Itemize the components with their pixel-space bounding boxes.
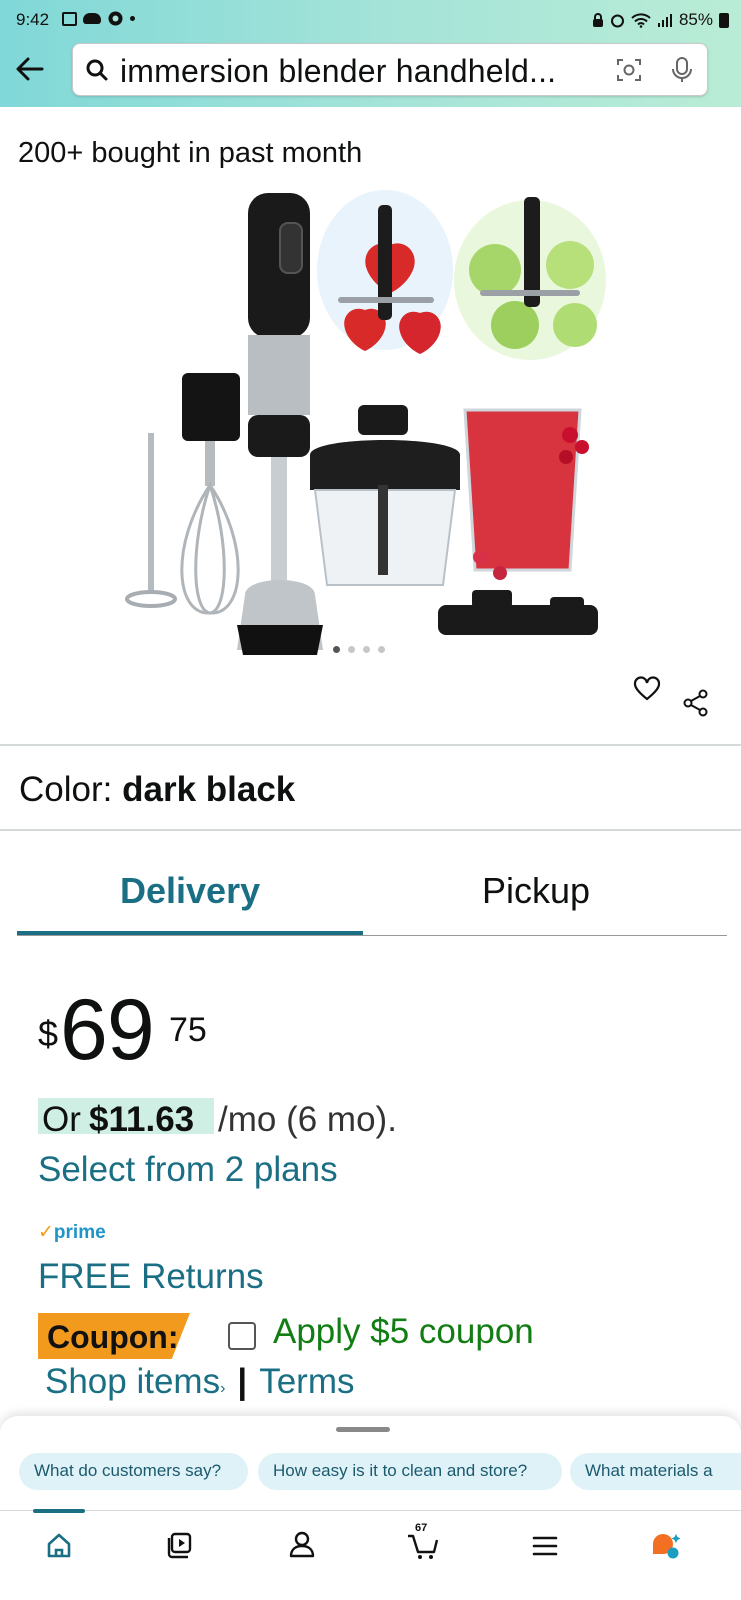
strawberry-splash-image [317,190,453,354]
search-input[interactable]: immersion blender handheld... [72,43,708,96]
coupon-checkbox[interactable] [228,1322,256,1350]
monthly-term: /mo (6 mo). [218,1100,397,1139]
whisk-image [180,373,240,615]
share-icon[interactable] [683,689,709,717]
carousel-dot [378,646,385,653]
price-whole: 69 [60,982,155,1078]
carousel-dot [333,646,340,653]
color-selection[interactable]: Color: dark black [19,770,295,810]
coupon-badge: Coupon: [38,1313,190,1359]
home-icon[interactable] [37,1524,81,1568]
sheet-drag-handle[interactable] [336,1427,390,1432]
divider [0,829,741,831]
signal-icon [657,13,672,27]
apple-splash-image [454,197,606,360]
select-plans-link[interactable]: Select from 2 plans [38,1150,338,1190]
camera-search-icon[interactable] [616,57,642,83]
cart-button[interactable]: 67 [402,1522,446,1568]
tab-pickup[interactable]: Pickup [482,870,590,912]
apply-coupon-label[interactable]: Apply $5 coupon [273,1312,534,1352]
shop-items-link[interactable]: Shop items [45,1362,220,1401]
cloud-icon [83,13,101,24]
image-carousel-dots [333,646,385,653]
prime-check-icon: ✓ [38,1222,54,1243]
smoothie-cup-image [463,408,589,580]
notification-icon [108,11,123,26]
question-chip[interactable]: How easy is it to clean and store? [258,1453,562,1490]
price-fraction: 75 [169,1011,207,1049]
coupon-badge-label: Coupon: [47,1319,179,1355]
wifi-icon [631,12,651,28]
prime-label: prime [53,1222,106,1243]
price-currency: $ [38,1013,59,1054]
hand-blender-image [237,193,323,655]
chevron-right-icon: › [220,1380,226,1397]
masher-image [125,433,177,608]
question-chip[interactable]: What do customers say? [19,1453,248,1490]
monthly-or: Or [42,1100,81,1139]
lock-icon [592,12,603,27]
bottom-sheet: What do customers say? How easy is it to… [0,1416,741,1600]
prime-badge: ✓prime [38,1221,106,1244]
alarm-icon [610,14,624,27]
search-query: immersion blender handheld... [120,53,557,89]
rufus-ai-icon[interactable] [645,1524,689,1568]
top-bar: 9:42 85% immersion blender handheld... [0,0,741,107]
link-separator: | [237,1362,248,1401]
carousel-dot [348,646,355,653]
nav-active-indicator [33,1509,85,1513]
bought-count-text: 200+ bought in past month [18,137,363,169]
heart-icon[interactable] [633,676,661,702]
account-icon[interactable] [280,1524,324,1568]
chopper-bowl-image [310,405,460,586]
nav-divider [0,1510,741,1511]
free-returns-link[interactable]: FREE Returns [38,1257,264,1297]
back-arrow-icon[interactable] [14,55,46,83]
status-bar: 9:42 85% [0,0,741,38]
tab-divider [17,935,727,936]
battery-percent: 85% [678,10,713,29]
tab-delivery[interactable]: Delivery [120,870,260,912]
color-label: Color: [19,770,113,809]
status-time: 9:42 [16,10,50,29]
menu-icon[interactable] [523,1524,567,1568]
battery-icon [719,12,729,28]
terms-link[interactable]: Terms [259,1362,354,1401]
product-image[interactable] [120,185,620,665]
cart-count: 67 [415,1522,428,1534]
monthly-amount: $11.63 [89,1100,195,1139]
coupon-links: Shop items› | Terms [45,1362,355,1402]
video-icon[interactable] [158,1524,202,1568]
divider [0,744,741,746]
microphone-icon[interactable] [671,56,693,84]
carousel-dot [363,646,370,653]
storage-base-image [438,590,598,635]
color-value: dark black [122,770,296,809]
more-notifications-icon [130,16,135,21]
question-chip[interactable]: What materials a [570,1453,741,1490]
gallery-icon [62,11,77,26]
search-icon [86,59,108,81]
